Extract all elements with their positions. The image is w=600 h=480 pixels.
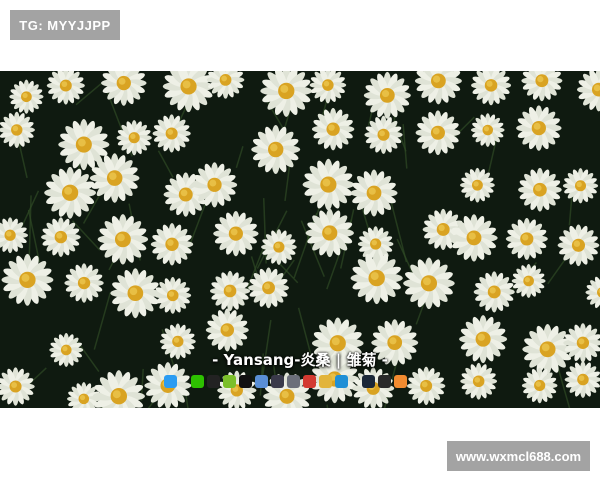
qq-icon[interactable] <box>207 374 220 388</box>
daisy-flower <box>41 217 81 257</box>
colorful-app-icon[interactable] <box>394 374 407 388</box>
daisy-flower <box>9 79 44 114</box>
daisy-flower <box>248 267 289 309</box>
daisy-flower <box>305 208 354 258</box>
capcut-icon[interactable] <box>239 374 252 388</box>
daisy-flower <box>110 268 161 319</box>
daisy-flower <box>209 270 251 312</box>
daisy-flower <box>363 71 411 119</box>
daisy-flower <box>116 120 152 156</box>
daisy-flower <box>64 263 104 303</box>
daisy-flower <box>516 105 562 151</box>
windows-start-icon[interactable] <box>164 374 177 388</box>
daisy-flower <box>460 167 495 203</box>
daisy-flower <box>213 211 259 257</box>
screen-capture-icon[interactable] <box>255 374 268 388</box>
netease-music-icon[interactable] <box>303 374 316 388</box>
daisy-flower <box>470 113 505 147</box>
edge-icon[interactable] <box>335 374 348 388</box>
daisy-flower <box>97 214 149 265</box>
wechat-icon[interactable] <box>191 374 204 388</box>
daisy-flower <box>350 252 403 305</box>
daisy-flower <box>1 253 54 306</box>
daisy-flower <box>406 366 446 406</box>
files-icon[interactable] <box>287 374 300 388</box>
daisy-flower <box>518 167 562 212</box>
daisy-flower <box>302 158 355 211</box>
daisy-flower <box>150 223 194 266</box>
steam-icon[interactable] <box>362 374 375 388</box>
daisy-flower <box>154 276 192 314</box>
green-app-icon[interactable] <box>223 374 236 388</box>
daisy-flower <box>0 111 35 149</box>
daisy-flower <box>44 166 96 219</box>
daisy-flower <box>311 107 355 151</box>
daisy-flower <box>450 214 498 262</box>
daisy-flower <box>152 114 191 153</box>
wallpaper-caption: - Yansang-炎桑 | 雏菊 - <box>212 351 388 369</box>
epic-games-icon[interactable] <box>378 374 391 388</box>
daisy-flower <box>505 217 548 260</box>
daisy-flower <box>562 168 599 204</box>
daisy-flower <box>261 229 297 265</box>
obs-icon[interactable] <box>271 374 284 388</box>
daisy-flower <box>364 115 403 154</box>
folder-icon[interactable] <box>319 374 332 388</box>
daisy-flower <box>557 224 600 267</box>
taskbar-dock <box>164 371 407 391</box>
daisy-flower <box>251 125 301 174</box>
daisy-flower <box>521 367 558 404</box>
daisy-flower <box>473 271 515 313</box>
daisy-flower <box>415 110 461 156</box>
desktop-wallpaper: - Yansang-炎桑 | 雏菊 - <box>0 71 600 408</box>
daisy-flower <box>89 153 140 203</box>
daisy-flower <box>205 308 249 352</box>
daisy-flower <box>511 264 546 298</box>
daisy-flower <box>350 169 398 217</box>
daisy-flower <box>403 257 455 310</box>
daisy-flower <box>191 162 238 208</box>
website-watermark: www.wxmcl688.com <box>447 441 590 471</box>
tag-label: TG: MYYJJPP <box>10 10 120 40</box>
